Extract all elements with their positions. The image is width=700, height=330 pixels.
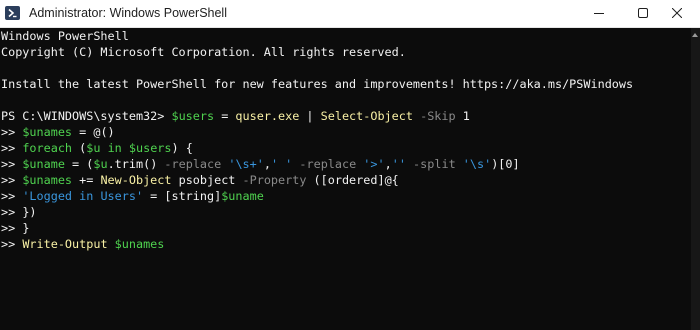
continuation-prompt: >> — [1, 125, 23, 139]
close-icon — [672, 8, 682, 18]
code-token: ( — [72, 141, 87, 155]
code-token: ' ' — [270, 157, 293, 171]
code-token: $u — [86, 141, 101, 155]
code-token: $uname — [22, 157, 65, 171]
code-token: in — [100, 141, 129, 155]
code-token: Write-Output — [22, 237, 108, 251]
continuation-line: >> }) — [1, 204, 37, 220]
code-token: -split — [405, 157, 456, 171]
window-title: Administrator: Windows PowerShell — [29, 6, 227, 20]
code-token: quser.exe — [235, 109, 300, 123]
console-header-line: Install the latest PowerShell for new fe… — [1, 77, 634, 91]
code-token: .trim() — [107, 157, 165, 171]
code-token: '' — [391, 157, 406, 171]
maximize-icon — [638, 8, 648, 18]
code-token: , — [263, 157, 271, 171]
code-token: )[0] — [491, 157, 520, 171]
code-token: $uname — [221, 189, 264, 203]
minimize-icon — [594, 13, 604, 14]
console-header-line: Windows PowerShell — [1, 29, 129, 43]
continuation-prompt: >> — [1, 157, 23, 171]
console-header-line: Copyright (C) Microsoft Corporation. All… — [1, 45, 406, 59]
code-token: $unames — [22, 173, 73, 187]
code-token: 'Logged in Users' — [22, 189, 144, 203]
continuation-line: >> $unames += New-Object psobject -Prope… — [1, 172, 399, 188]
prompt-text: PS C:\WINDOWS\system32> — [1, 109, 172, 123]
code-token: New-Object — [100, 173, 172, 187]
code-token: += — [72, 173, 101, 187]
code-token: } — [22, 221, 30, 235]
continuation-line: >> foreach ($u in $users) { — [1, 140, 193, 156]
code-token: = ( — [64, 157, 94, 171]
code-token: $unames — [114, 237, 165, 251]
vertical-scrollbar[interactable] — [691, 28, 700, 330]
code-token: | — [299, 109, 321, 123]
code-token: ([ordered]@{ — [306, 173, 399, 187]
continuation-prompt: >> — [1, 173, 23, 187]
continuation-prompt: >> — [1, 221, 23, 235]
code-token: -Property — [242, 173, 307, 187]
code-token: ) { — [171, 141, 193, 155]
close-button[interactable] — [654, 0, 700, 27]
code-token: -Skip — [412, 109, 456, 123]
code-token: -replace — [292, 157, 357, 171]
code-token: , — [384, 157, 392, 171]
continuation-prompt: >> — [1, 189, 23, 203]
code-token: '\s' — [455, 157, 492, 171]
title-bar[interactable]: Administrator: Windows PowerShell — [0, 0, 700, 28]
continuation-prompt: >> — [1, 141, 23, 155]
powershell-icon — [5, 6, 20, 20]
code-token: = @() — [72, 125, 115, 139]
console-output[interactable]: Windows PowerShell Copyright (C) Microso… — [0, 28, 690, 330]
code-token: $users — [128, 141, 172, 155]
code-token: Select-Object — [320, 109, 413, 123]
prompt-command-line: PS C:\WINDOWS\system32> $users = quser.e… — [1, 108, 470, 124]
code-token: '>' — [356, 157, 385, 171]
code-token: = [string] — [143, 189, 222, 203]
continuation-line: >> 'Logged in Users' = [string]$uname — [1, 188, 264, 204]
code-token: psobject — [171, 173, 243, 187]
continuation-line: >> } — [1, 220, 29, 236]
code-token: $unames — [22, 125, 73, 139]
continuation-prompt: >> — [1, 237, 23, 251]
continuation-line: >> $unames = @() — [1, 124, 115, 140]
continuation-prompt: >> — [1, 205, 23, 219]
code-token: $users — [171, 109, 215, 123]
continuation-line: >> $uname = ($u.trim() -replace '\s+',' … — [1, 156, 520, 172]
continuation-line: >> Write-Output $unames — [1, 236, 164, 252]
code-token: }) — [22, 205, 37, 219]
minimize-button[interactable] — [576, 0, 622, 27]
code-token: '\s+' — [221, 157, 264, 171]
code-token: -replace — [164, 157, 222, 171]
code-token: = — [214, 109, 236, 123]
code-token: $u — [93, 157, 108, 171]
scroll-up-arrow-icon[interactable] — [692, 33, 698, 37]
code-token: foreach — [22, 141, 73, 155]
code-token: 1 — [455, 109, 470, 123]
